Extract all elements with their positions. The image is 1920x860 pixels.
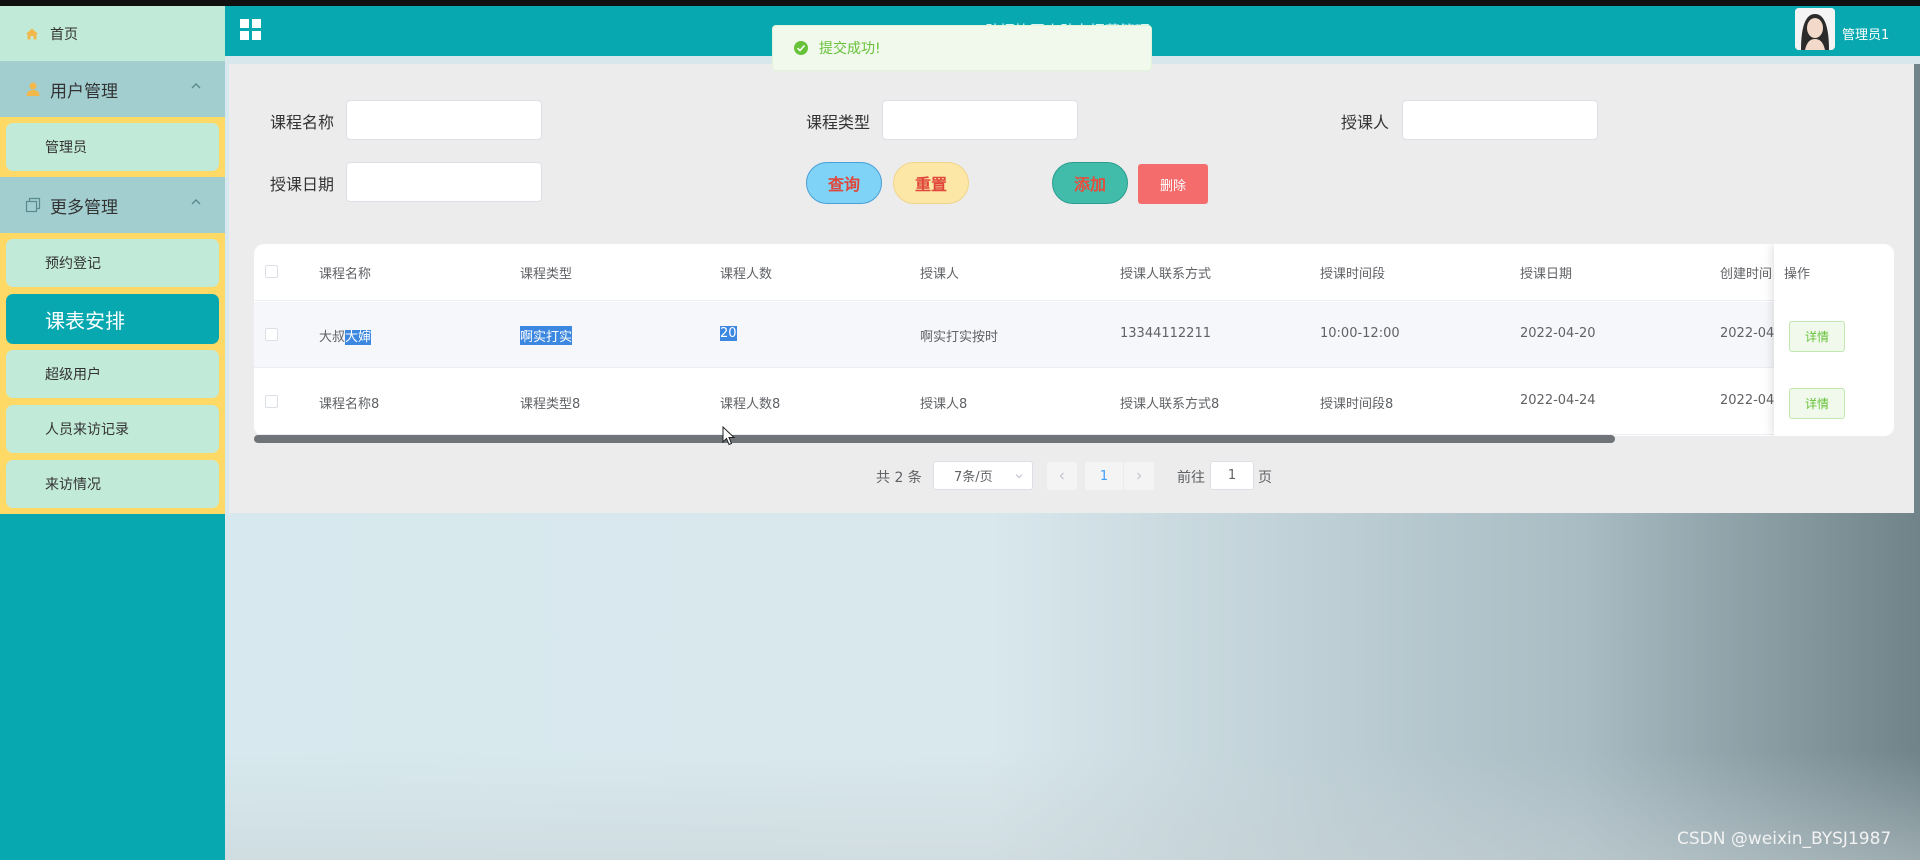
sidebar-group-user-management[interactable]: 用户管理 bbox=[0, 61, 225, 117]
avatar[interactable] bbox=[1795, 8, 1835, 50]
sidebar-item-admin[interactable]: 管理员 bbox=[6, 123, 219, 171]
course-name-input[interactable] bbox=[346, 100, 542, 140]
cell-course-name: 大叔大婶 bbox=[319, 326, 372, 345]
toast-message: 提交成功! bbox=[819, 41, 881, 57]
detail-button[interactable]: 详情 bbox=[1789, 321, 1845, 352]
goto-label: 前往 bbox=[1177, 470, 1205, 486]
column-header[interactable]: 课程名称 bbox=[319, 263, 371, 282]
sidebar-item-label: 人员来访记录 bbox=[45, 422, 129, 438]
add-button[interactable]: 添加 bbox=[1052, 162, 1128, 204]
sidebar-item-visitor-records[interactable]: 人员来访记录 bbox=[6, 405, 219, 453]
sidebar: 首页 用户管理 管理员 更多管理 预约登记 课表安排 超级用户 人员来访记录 来… bbox=[0, 6, 225, 860]
fixed-action-column: 操作 详情 详情 bbox=[1774, 244, 1894, 436]
date-label: 授课日期 bbox=[270, 175, 335, 194]
query-button[interactable]: 查询 bbox=[806, 162, 882, 204]
pagination-total: 共 2 条 bbox=[876, 470, 922, 486]
page-size-value: 7条/页 bbox=[954, 470, 993, 485]
page-unit-label: 页 bbox=[1258, 470, 1272, 486]
cell-teacher: 啊实打实按时 bbox=[920, 330, 999, 345]
cell-time: 10:00-12:00 bbox=[1320, 326, 1400, 341]
cell-time: 授课时间段8 bbox=[1320, 397, 1394, 412]
prev-page-button[interactable] bbox=[1047, 462, 1077, 490]
sidebar-item-visit-status[interactable]: 来访情况 bbox=[6, 460, 219, 508]
sidebar-item-super-user[interactable]: 超级用户 bbox=[6, 350, 219, 398]
content-bottom-shade bbox=[225, 750, 1920, 860]
cell-course-name: 课程名称8 bbox=[319, 397, 380, 412]
reset-button[interactable]: 重置 bbox=[893, 162, 969, 204]
chevron-up-icon bbox=[189, 79, 203, 93]
cell-phone: 13344112211 bbox=[1120, 326, 1211, 341]
home-icon bbox=[24, 26, 40, 42]
sidebar-submenu-more: 预约登记 课表安排 超级用户 人员来访记录 来访情况 bbox=[0, 233, 225, 514]
cell-course-type: 课程类型8 bbox=[520, 397, 581, 412]
grid-menu-icon[interactable] bbox=[239, 18, 263, 42]
teacher-input[interactable] bbox=[1402, 100, 1598, 140]
cell-course-type: 啊实打实 bbox=[520, 326, 573, 345]
select-all-checkbox[interactable] bbox=[265, 265, 278, 278]
sidebar-group-more-management[interactable]: 更多管理 bbox=[0, 177, 225, 233]
course-table: 课程名称 课程类型 课程人数 授课人 授课人联系方式 授课时间段 授课日期 创建… bbox=[254, 244, 1894, 436]
cell-course-count: 20 bbox=[720, 326, 737, 341]
user-name[interactable]: 管理员1 bbox=[1842, 24, 1889, 43]
sidebar-item-label: 预约登记 bbox=[45, 256, 101, 272]
table-row[interactable]: 课程名称8 课程类型8 课程人数8 授课人8 授课人联系方式8 授课时间段8 2… bbox=[254, 369, 1894, 435]
chevron-left-icon bbox=[1059, 472, 1064, 480]
cell-teacher: 授课人8 bbox=[920, 397, 968, 412]
success-check-icon bbox=[794, 41, 808, 55]
watermark: CSDN @weixin_BYSJ1987 bbox=[1677, 829, 1892, 849]
horizontal-scrollbar-thumb[interactable] bbox=[254, 435, 1615, 443]
sidebar-item-label: 管理员 bbox=[45, 140, 87, 156]
cell-created: 2022-04 bbox=[1720, 326, 1775, 341]
cell-text: 大叔 bbox=[319, 330, 346, 345]
course-type-input[interactable] bbox=[882, 100, 1078, 140]
sidebar-item-home[interactable]: 首页 bbox=[0, 6, 225, 61]
cell-date: 2022-04-20 bbox=[1520, 326, 1596, 341]
sidebar-item-label: 课表安排 bbox=[45, 308, 125, 333]
chevron-up-icon bbox=[189, 195, 203, 209]
column-header[interactable]: 授课人 bbox=[920, 263, 959, 282]
page-number-button[interactable]: 1 bbox=[1085, 462, 1123, 490]
column-header[interactable]: 创建时间 bbox=[1720, 263, 1772, 282]
course-name-label: 课程名称 bbox=[270, 113, 335, 132]
sidebar-item-label: 来访情况 bbox=[45, 477, 101, 493]
chevron-down-icon bbox=[1015, 474, 1023, 479]
cell-date: 2022-04-24 bbox=[1520, 393, 1596, 408]
cell-phone: 授课人联系方式8 bbox=[1120, 397, 1220, 412]
cell-created: 2022-04 bbox=[1720, 393, 1775, 408]
column-header[interactable]: 课程人数 bbox=[720, 263, 772, 282]
table-row[interactable]: 大叔大婶 啊实打实 20 啊实打实按时 13344112211 10:00-12… bbox=[254, 302, 1894, 368]
column-header[interactable]: 课程类型 bbox=[520, 263, 572, 282]
next-page-button[interactable] bbox=[1124, 462, 1154, 490]
sidebar-submenu-user: 管理员 bbox=[0, 117, 225, 177]
cell-course-count: 课程人数8 bbox=[720, 397, 781, 412]
selected-text: 大婶 bbox=[345, 330, 372, 345]
sidebar-group-label: 用户管理 bbox=[50, 81, 118, 102]
row-checkbox[interactable] bbox=[265, 395, 278, 408]
column-header[interactable]: 授课时间段 bbox=[1320, 263, 1385, 282]
teacher-label: 授课人 bbox=[1341, 113, 1390, 132]
goto-page-input[interactable]: 1 bbox=[1210, 461, 1254, 490]
detail-button[interactable]: 详情 bbox=[1789, 388, 1845, 419]
column-header-actions: 操作 bbox=[1784, 267, 1811, 282]
page-size-select[interactable]: 7条/页 bbox=[933, 461, 1033, 490]
course-type-label: 课程类型 bbox=[806, 113, 871, 132]
row-checkbox[interactable] bbox=[265, 328, 278, 341]
sidebar-item-schedule[interactable]: 课表安排 bbox=[6, 294, 219, 344]
column-header[interactable]: 授课日期 bbox=[1520, 263, 1572, 282]
date-input[interactable] bbox=[346, 162, 542, 202]
mouse-cursor-icon bbox=[722, 426, 736, 446]
copy-icon bbox=[24, 196, 42, 214]
sidebar-item-label: 首页 bbox=[50, 26, 78, 43]
user-icon bbox=[24, 80, 42, 98]
delete-button[interactable]: 删除 bbox=[1138, 164, 1208, 204]
sidebar-item-appointment[interactable]: 预约登记 bbox=[6, 239, 219, 287]
sidebar-group-label: 更多管理 bbox=[50, 197, 118, 218]
table-header: 课程名称 课程类型 课程人数 授课人 授课人联系方式 授课时间段 授课日期 创建… bbox=[254, 244, 1894, 301]
sidebar-item-label: 超级用户 bbox=[45, 367, 101, 383]
chevron-right-icon bbox=[1137, 472, 1142, 480]
column-header[interactable]: 授课人联系方式 bbox=[1120, 263, 1211, 282]
success-toast: 提交成功! bbox=[772, 25, 1152, 71]
